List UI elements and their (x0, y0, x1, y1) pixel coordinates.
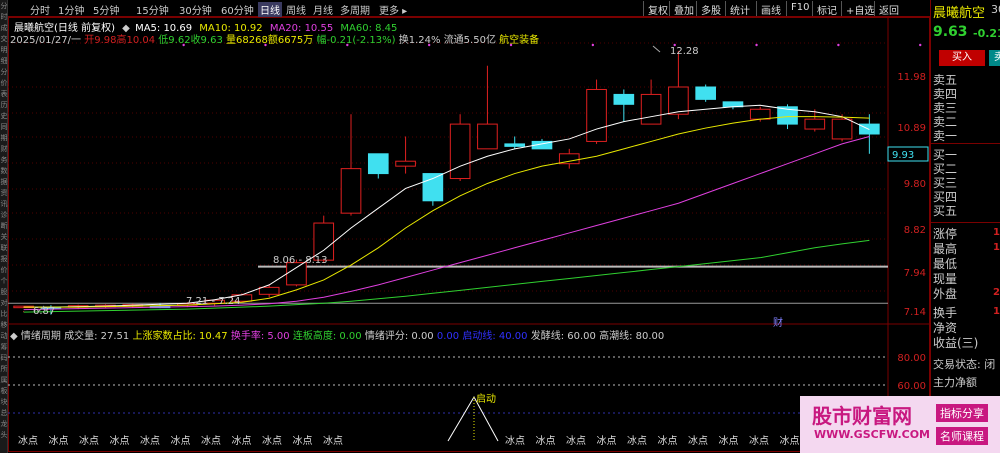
watermark-title: 股市财富网 (812, 404, 912, 428)
watermark-banner: 股市财富网 WWW.GSCFW.COM 指标分享 名师课程 (800, 396, 1000, 453)
stage-label: 冰点 (170, 436, 191, 447)
net-flow-label: 主力净额 (933, 376, 977, 389)
stage-label: 冰点 (688, 436, 708, 447)
high-price-label: 12.28 (670, 46, 699, 57)
stage-label: 冰点 (79, 436, 99, 447)
stage-label: 冰点 (48, 436, 69, 447)
bid-level: 买五 (933, 204, 958, 218)
stage-label: 冰点 (566, 436, 586, 447)
stat2-value: 1 (993, 306, 1000, 317)
stage-label: 冰点 (140, 436, 160, 447)
rp-stock-code: 30 (991, 3, 1000, 16)
stat-value: 1 (993, 227, 1000, 238)
stage-label: 冰点 (231, 436, 252, 447)
stage-label: 冰点 (18, 436, 38, 447)
book-divider (931, 143, 1000, 144)
sell-button[interactable]: 卖 (989, 50, 1000, 66)
rp-price: 9.63 (933, 24, 968, 40)
watermark-tag-share: 指标分享 (936, 404, 988, 422)
stage-label: 冰点 (109, 436, 130, 447)
stage-label: 冰点 (292, 436, 313, 447)
stage-label: 冰点 (323, 436, 343, 447)
stage-label: 冰点 (201, 436, 221, 447)
ask-level: 卖一 (933, 129, 958, 143)
stage-label: 冰点 (657, 436, 678, 447)
rp-stock-name: 晨曦航空 (933, 6, 986, 21)
watermark-url: WWW.GSCFW.COM (814, 428, 931, 441)
stats-divider (931, 222, 1000, 223)
stage-label: 冰点 (596, 436, 617, 447)
range-label-lower: 7.21 - 7.24 (186, 296, 241, 307)
stat-value: 2 (993, 287, 1000, 298)
stage-label: 冰点 (535, 436, 556, 447)
chart-overlay: 12.28 6.87 8.06 - 8.13 7.21 - 7.24 财启动 冰点 冰点 冰点… (0, 0, 930, 453)
stage-label: 冰点 (262, 436, 282, 447)
buy-button[interactable]: 买入 (939, 50, 985, 66)
quote-panel: 晨曦航空 30 9.63 -0.21 买入 卖 交易状态: 闭 主力净额 卖五卖… (930, 0, 1000, 453)
stage-label: 冰点 (779, 436, 800, 447)
finance-marker: 财 (773, 318, 783, 329)
trade-status: 交易状态: 闭 (933, 358, 996, 371)
low-price-label: 6.87 (33, 306, 56, 317)
stat-key: 外盘 (933, 287, 958, 301)
stat2-key: 收益(三) (933, 336, 979, 350)
rp-change: -0.21 (973, 27, 1000, 40)
stage-label: 冰点 (718, 436, 739, 447)
qidong-label: 启动 (476, 394, 496, 405)
stage-label: 冰点 (505, 436, 525, 447)
watermark-tag-course: 名师课程 (936, 427, 988, 445)
stage-label: 冰点 (627, 436, 647, 447)
range-label-upper: 8.06 - 8.13 (273, 255, 328, 266)
stage-label: 冰点 (749, 436, 769, 447)
stat-value: 1 (993, 242, 1000, 253)
